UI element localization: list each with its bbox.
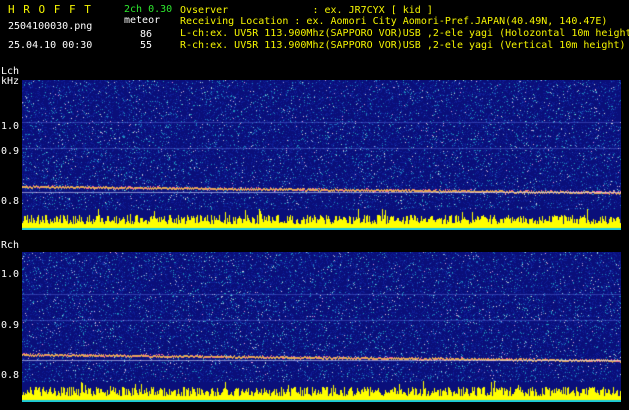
rch-ytick-2: 0.9 xyxy=(1,320,20,331)
rch-spectrogram-canvas xyxy=(22,252,621,402)
lch-spectrogram xyxy=(22,80,621,230)
lch-unit-label: kHz xyxy=(1,76,20,87)
lch-config-line: L-ch:ex. UV5R 113.900Mhz(SAPPORO VOR)USB… xyxy=(180,28,629,39)
rch-ytick-3: 0.8 xyxy=(1,370,20,381)
rch-spectrogram xyxy=(22,252,621,402)
rch-meteor-count: 55 xyxy=(140,40,153,51)
location-line: Receiving Location : ex. Aomori City Aom… xyxy=(180,16,608,27)
rch-ytick-1: 1.0 xyxy=(1,269,20,280)
lch-ytick-2: 0.9 xyxy=(1,146,20,157)
filename-label: 2504100030.png xyxy=(8,21,93,32)
rch-label: Rch xyxy=(1,240,20,251)
lch-ytick-1: 1.0 xyxy=(1,121,20,132)
rch-config-line: R-ch:ex. UV5R 113.900Mhz(SAPPORO VOR)USB… xyxy=(180,40,626,51)
lch-spectrogram-canvas xyxy=(22,80,621,230)
meteor-label: meteor xyxy=(124,15,161,26)
app-logo: H R O F F T xyxy=(8,3,92,16)
lch-ytick-3: 0.8 xyxy=(1,196,20,207)
datetime-label: 25.04.10 00:30 xyxy=(8,40,93,51)
